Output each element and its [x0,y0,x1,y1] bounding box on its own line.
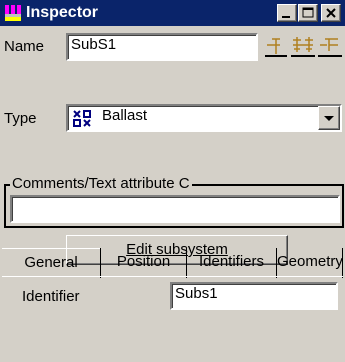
type-label: Type [4,110,37,127]
tab-position[interactable]: Position [100,248,186,278]
window-title: Inspector [26,4,99,21]
hierarchy-down-icon[interactable] [318,34,342,58]
identifier-label: Identifier [22,288,80,305]
chevron-down-icon [324,116,334,121]
name-field[interactable]: SubS1 [66,33,258,61]
minimize-icon [282,16,290,18]
comments-field[interactable] [10,195,340,223]
tab-general[interactable]: General [2,248,100,278]
type-value: Ballast [102,107,148,124]
name-value: SubS1 [71,36,117,53]
comments-legend: Comments/Text attribute C [10,175,192,192]
hierarchy-split-icon[interactable] [291,34,315,58]
tab-geometry[interactable]: Geometry [276,248,343,278]
close-icon [326,8,336,18]
tab-identifiers[interactable]: Identifiers [186,248,276,278]
minimize-button[interactable] [277,4,297,22]
maximize-button[interactable] [298,4,318,22]
type-dropdown[interactable]: Ballast [66,104,342,132]
identifier-value: Subs1 [175,285,218,302]
close-button[interactable] [321,4,341,22]
app-icon [4,4,22,22]
identifier-field[interactable]: Subs1 [170,282,338,310]
hierarchy-up-icon[interactable] [265,34,287,58]
name-label: Name [4,38,45,55]
ballast-icon [72,109,92,127]
dropdown-arrow-button[interactable] [318,106,340,130]
maximize-icon [302,7,314,18]
